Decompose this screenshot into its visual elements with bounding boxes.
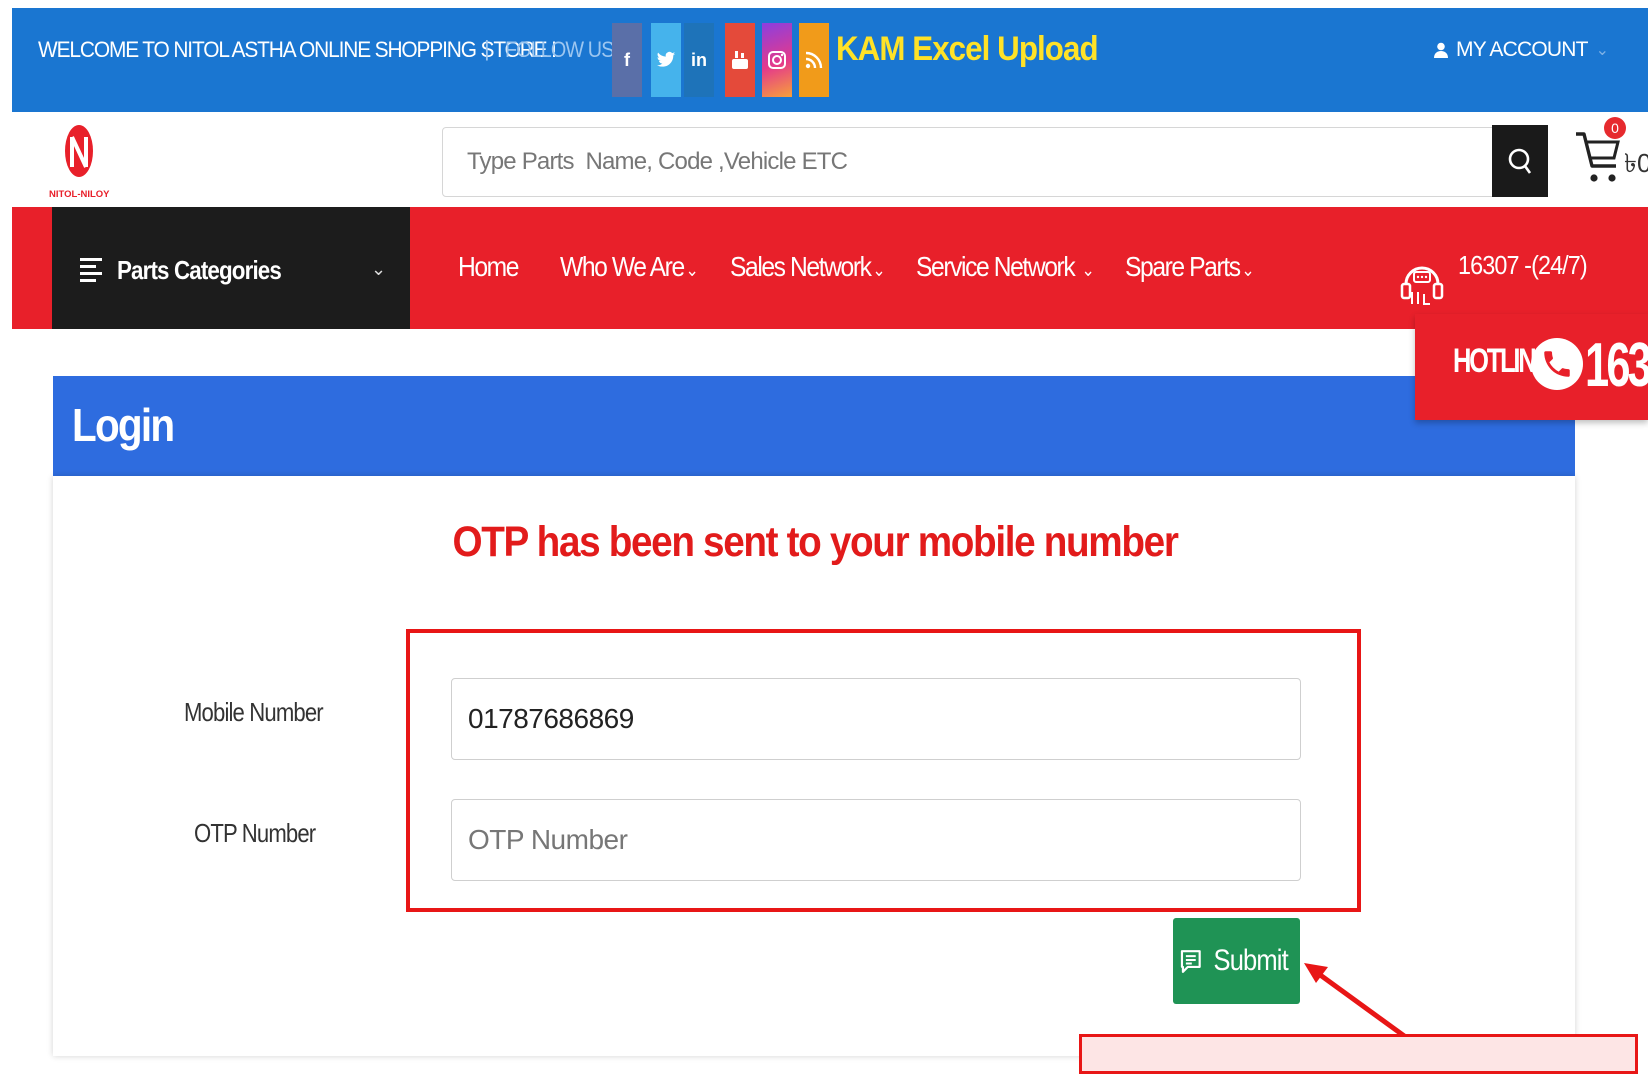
nav-spare-parts-label: Spare Parts	[1125, 251, 1241, 282]
chevron-down-icon: ⌄	[371, 259, 387, 279]
search-input[interactable]	[467, 128, 1447, 196]
chevron-down-icon: ⌄	[872, 260, 885, 280]
annotation-arrow	[1304, 963, 1420, 1046]
mobile-number-field[interactable]	[451, 678, 1301, 760]
hotline-number: 1630	[1585, 331, 1648, 400]
nav-who-we-are[interactable]: Who We Are⌄	[560, 251, 699, 283]
my-account-menu[interactable]: MY ACCOUNT ⌄	[1434, 38, 1609, 62]
nav-who-we-are-label: Who We Are	[560, 251, 685, 282]
nav-home[interactable]: Home	[458, 251, 520, 283]
rss-icon[interactable]	[799, 23, 829, 97]
nav-home-label: Home	[458, 251, 520, 282]
nav-sales-network-label: Sales Network	[730, 251, 872, 282]
site-logo[interactable]: NITOL-NILOY	[48, 117, 110, 203]
linkedin-icon[interactable]: in	[684, 23, 714, 97]
phone-icon	[1531, 338, 1583, 390]
kam-excel-upload-link[interactable]: KAM Excel Upload	[836, 30, 1099, 69]
nav-spare-parts[interactable]: Spare Parts⌄	[1125, 251, 1255, 283]
chevron-down-icon: ⌄	[1595, 42, 1609, 59]
chevron-down-icon: ⌄	[1241, 260, 1254, 280]
login-title: Login	[72, 399, 175, 451]
chevron-down-icon: ⌄	[1081, 260, 1094, 280]
submit-label: Submit	[1213, 944, 1288, 977]
list-icon	[80, 256, 102, 287]
follow-us-label: FOLLOW US:	[505, 37, 619, 62]
topbar-separator: |	[484, 36, 490, 61]
nav-service-network-label: Service Network	[916, 251, 1076, 282]
otp-sent-message: OTP has been sent to your mobile number	[452, 518, 1178, 566]
search-icon	[1508, 148, 1532, 174]
message-icon	[1180, 950, 1201, 973]
annotation-note-box	[1079, 1034, 1638, 1074]
user-icon	[1434, 42, 1448, 58]
welcome-text: WELCOME TO NITOL ASTHA ONLINE SHOPPING S…	[38, 37, 557, 62]
search-button[interactable]	[1492, 125, 1548, 197]
support-phone-number: 16307 -(24/7)	[1458, 250, 1588, 280]
support-headset-icon	[1398, 258, 1446, 308]
youtube-icon[interactable]	[725, 23, 755, 97]
parts-categories-label: Parts Categories	[117, 255, 282, 285]
hotline-badge: HOTLINE 1630	[1415, 314, 1648, 420]
twitter-icon[interactable]	[651, 23, 681, 97]
chevron-down-icon: ⌄	[685, 260, 699, 280]
instagram-icon[interactable]	[762, 23, 792, 97]
otp-number-field[interactable]	[451, 799, 1301, 881]
facebook-icon[interactable]: f	[612, 23, 642, 97]
cart-count-badge: 0	[1604, 117, 1626, 139]
login-card-header	[53, 376, 1575, 476]
logo-text: NITOL-NILOY	[49, 189, 110, 200]
otp-number-label: OTP Number	[194, 818, 316, 848]
nav-sales-network[interactable]: Sales Network⌄	[730, 251, 886, 283]
search-box	[442, 127, 1548, 197]
my-account-label: MY ACCOUNT	[1456, 38, 1588, 61]
mobile-number-label: Mobile Number	[184, 697, 324, 727]
cart-total: ৳0	[1624, 148, 1648, 178]
nav-service-network[interactable]: Service Network ⌄	[916, 251, 1095, 283]
submit-button[interactable]: Submit	[1173, 918, 1300, 1004]
